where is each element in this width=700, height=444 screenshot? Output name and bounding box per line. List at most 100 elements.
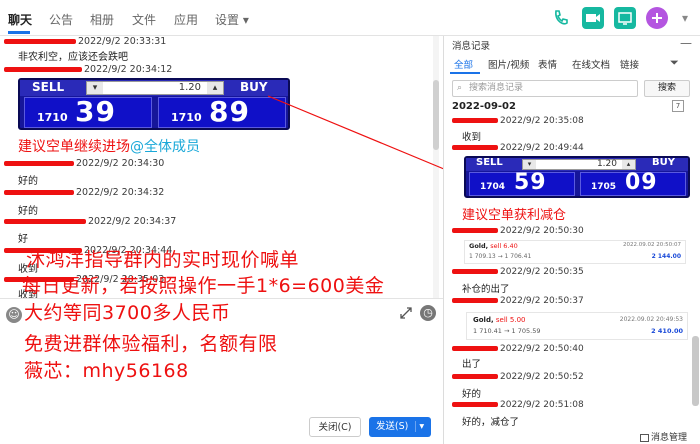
signal-caption: 建议空单继续进场@全体成员 [18, 139, 200, 155]
sell-price-prefix: 1710 [37, 111, 68, 124]
quantity-value: 1.20 [178, 82, 201, 93]
tab-chat[interactable]: 聊天 [8, 11, 32, 28]
card-profit: 2 144.00 [651, 253, 681, 260]
redacted-sender [452, 269, 498, 274]
history-trade-widget: SELL ▾ 1.20 ▴ BUY 1704 59 1705 09 [464, 156, 690, 198]
active-tab-indicator [8, 31, 30, 34]
history-title: 消息记录 [452, 41, 491, 52]
history-search-button[interactable]: 搜索 [644, 80, 690, 97]
quantity-value: 1.20 [596, 159, 617, 169]
redacted-sender [452, 346, 498, 351]
message-meta: 2022/9/2 20:34:37 [4, 216, 176, 228]
top-tab-bar: 聊天 公告 相册 文件 应用 设置 ▾ ▾ [0, 0, 700, 36]
chevron-up-icon[interactable]: ▴ [622, 160, 635, 169]
buy-price-box[interactable]: 1710 89 [158, 95, 286, 128]
search-icon: ⌕ [457, 83, 463, 93]
mention-all[interactable]: @全体成员 [130, 139, 200, 155]
tab-settings[interactable]: 设置 ▾ [215, 11, 249, 28]
history-clock-icon[interactable]: ◷ [420, 305, 436, 321]
calendar-icon[interactable]: 7 [672, 100, 684, 112]
quantity-stepper[interactable]: ▾ 1.20 ▴ [522, 159, 636, 170]
redacted-sender [4, 67, 82, 72]
history-tab-media[interactable]: 图片/视频 [488, 57, 529, 71]
history-tab-stickers[interactable]: 表情 [538, 57, 557, 71]
redacted-sender [452, 298, 498, 303]
chevron-down-icon[interactable]: ▾ [674, 7, 696, 29]
history-item-text: 出了 [462, 359, 482, 370]
sell-price-box[interactable]: 1710 39 [24, 95, 152, 128]
close-button[interactable]: 关闭(C) [309, 417, 361, 437]
promo-line-3: 大约等同3700多人民币 [24, 302, 231, 324]
card-prices: 1 709.13 → 1 706.41 [469, 253, 532, 260]
emoji-icon[interactable]: ☺ [6, 307, 22, 323]
message-meta: 2022/9/2 20:34:32 [4, 187, 164, 199]
redacted-sender [4, 219, 86, 224]
promo-line-4: 免费进群体验福利，名额有限 [24, 333, 278, 355]
history-tab-docs[interactable]: 在线文档 [572, 57, 610, 71]
chevron-down-icon[interactable]: ▾ [415, 421, 425, 432]
history-tab-all[interactable]: 全部 [454, 57, 473, 71]
tab-apps[interactable]: 应用 [174, 11, 198, 28]
trade-result-card[interactable]: Gold, sell 5.00 2022.09.02 20:49:53 1 71… [466, 312, 688, 340]
history-item-text: 好的，减仓了 [462, 417, 520, 428]
redacted-sender [452, 228, 498, 233]
screen-share-icon[interactable] [614, 7, 636, 29]
minimize-icon[interactable]: — [680, 36, 692, 50]
send-label: 发送(S) [375, 421, 409, 432]
expand-icon[interactable] [398, 305, 414, 321]
message-meta: 2022/9/2 20:33:31 [4, 36, 166, 48]
chevron-down-icon[interactable]: ▾ [523, 160, 536, 169]
card-action: sell 5.00 [495, 316, 526, 324]
card-date: 2022.09.02 20:50:07 [623, 242, 681, 248]
message-manager-link[interactable]: 消息管理 [640, 430, 687, 443]
card-prices: 1 710.41 → 1 705.59 [473, 327, 541, 335]
buy-label: BUY [240, 80, 268, 94]
redacted-sender [4, 161, 74, 166]
message-manager-icon [640, 433, 649, 442]
buy-price-prefix: 1705 [591, 182, 617, 192]
sell-price-box[interactable]: 1704 59 [469, 170, 575, 196]
tab-files[interactable]: 文件 [132, 11, 156, 28]
chat-scrollbar-track[interactable] [433, 36, 439, 298]
message-text: 好的 [18, 206, 38, 217]
redacted-sender [452, 145, 498, 150]
redacted-sender [452, 374, 498, 379]
chevron-up-icon[interactable]: ▴ [207, 82, 223, 94]
buy-price-box[interactable]: 1705 09 [580, 170, 686, 196]
history-active-tab-indicator [450, 72, 480, 74]
sell-price-pips: 39 [75, 95, 116, 128]
chevron-down-icon[interactable]: ▾ [87, 82, 103, 94]
buy-price-prefix: 1710 [171, 111, 202, 124]
history-item-text: 收到 [462, 132, 482, 143]
phone-icon[interactable] [550, 7, 572, 29]
buy-price-pips: 09 [625, 170, 658, 195]
history-item-meta: 2022/9/2 20:49:44 [452, 143, 584, 153]
buy-price-pips: 89 [209, 95, 250, 128]
trade-result-card[interactable]: Gold, sell 6.40 2022.09.02 20:50:07 1 70… [464, 240, 686, 264]
message-history-panel: 消息记录 — 全部 图片/视频 表情 在线文档 链接 ⏷ ⌕ 搜索消息记录 搜索… [443, 36, 700, 444]
tab-announcement[interactable]: 公告 [49, 11, 73, 28]
history-item-text: 好的 [462, 389, 482, 400]
history-scrollbar-thumb[interactable] [692, 336, 699, 406]
chat-scrollbar-thumb[interactable] [433, 80, 439, 150]
tab-album[interactable]: 相册 [90, 11, 114, 28]
promo-line-1: 沐鸿洋指导群内的实时现价喊单 [26, 249, 300, 271]
trade-price-widget: SELL ▾ 1.20 ▴ BUY 1710 39 1710 89 [18, 78, 290, 130]
history-item-meta: 2022/9/2 20:50:30 [452, 226, 584, 236]
redacted-sender [4, 190, 74, 195]
history-item-meta: 2022/9/2 20:50:40 [452, 344, 584, 354]
message-text: 非农利空，应该还会跌吧 [18, 52, 128, 63]
send-button[interactable]: 发送(S) ▾ [369, 417, 431, 437]
group-chat-window: 聊天 公告 相册 文件 应用 设置 ▾ ▾ 2022/9/2 20:33:31 … [0, 0, 700, 444]
quantity-stepper[interactable]: ▾ 1.20 ▴ [86, 81, 224, 95]
redacted-sender [452, 118, 498, 123]
add-icon[interactable] [646, 7, 668, 29]
sell-label: SELL [32, 80, 65, 94]
filter-icon[interactable]: ⏷ [670, 56, 679, 70]
video-icon[interactable] [582, 7, 604, 29]
history-tab-links[interactable]: 链接 [620, 57, 639, 71]
message-meta: 2022/9/2 20:34:12 [4, 64, 172, 76]
card-symbol: Gold, sell 6.40 [469, 242, 518, 250]
history-search-input[interactable]: ⌕ 搜索消息记录 [452, 80, 638, 97]
card-date: 2022.09.02 20:49:53 [619, 316, 683, 323]
